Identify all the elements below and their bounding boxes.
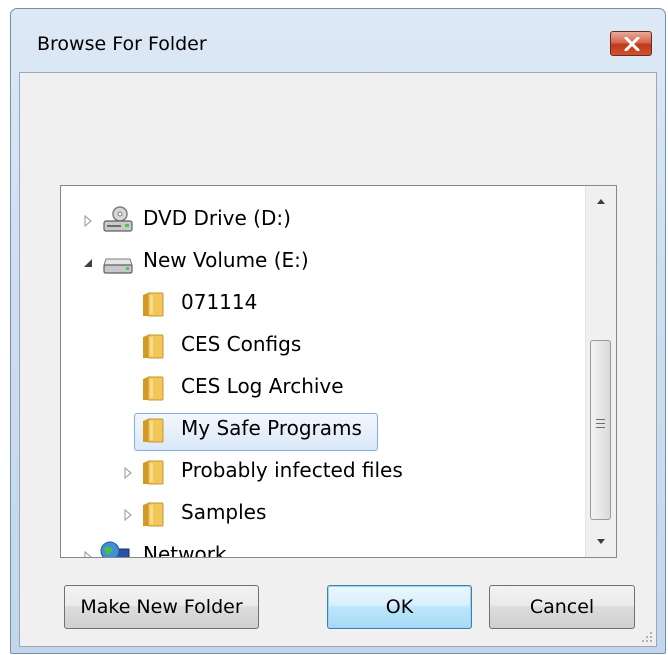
tree-item-folder[interactable]: Samples xyxy=(61,496,581,536)
close-button[interactable] xyxy=(610,31,652,56)
tree-item-label: My Safe Programs xyxy=(181,416,362,440)
folder-icon xyxy=(143,292,164,317)
folder-tree-view[interactable]: DVD Drive (D:) New Volume (E:) 071114 CE… xyxy=(60,185,617,558)
title-bar[interactable]: Browse For Folder xyxy=(11,9,665,71)
collapsed-arrow-icon[interactable] xyxy=(122,509,134,521)
folder-icon xyxy=(143,376,164,401)
make-new-folder-button[interactable]: Make New Folder xyxy=(64,585,259,629)
page: Browse For Folder DVD Drive (D:) New Vol… xyxy=(0,0,668,655)
scroll-thumb-grip-icon xyxy=(596,419,605,430)
collapsed-arrow-icon[interactable] xyxy=(82,215,94,227)
dvd-drive-icon xyxy=(103,206,133,232)
scroll-down-button[interactable] xyxy=(586,527,616,557)
tree-item-label: New Volume (E:) xyxy=(143,248,309,272)
browse-for-folder-dialog: Browse For Folder DVD Drive (D:) New Vol… xyxy=(10,8,666,654)
network-icon xyxy=(100,541,130,557)
cancel-button[interactable]: Cancel xyxy=(489,585,635,629)
tree-item-folder[interactable]: CES Configs xyxy=(61,328,581,368)
tree-item-folder[interactable]: CES Log Archive xyxy=(61,370,581,410)
ok-button[interactable]: OK xyxy=(327,585,472,629)
tree-item-label: 071114 xyxy=(181,290,258,314)
resize-grip-icon[interactable] xyxy=(639,629,653,643)
close-icon xyxy=(624,37,640,51)
hard-drive-icon xyxy=(103,258,133,274)
scroll-down-arrow-icon xyxy=(597,539,605,544)
tree-vertical-scrollbar[interactable] xyxy=(585,186,616,557)
scroll-thumb[interactable] xyxy=(590,340,611,520)
tree-item-label: CES Configs xyxy=(181,332,302,356)
tree-item-label: Network xyxy=(143,542,227,558)
tree-item-network[interactable]: Network xyxy=(61,538,581,558)
dialog-client-area: DVD Drive (D:) New Volume (E:) 071114 CE… xyxy=(19,72,657,647)
tree-item-dvd-drive[interactable]: DVD Drive (D:) xyxy=(61,202,581,242)
tree-item-label: DVD Drive (D:) xyxy=(143,206,291,230)
tree-item-new-volume[interactable]: New Volume (E:) xyxy=(61,244,581,284)
tree-item-label: Probably infected files xyxy=(181,458,403,482)
collapsed-arrow-icon[interactable] xyxy=(122,467,134,479)
folder-icon xyxy=(143,460,164,485)
tree-item-folder[interactable]: Probably infected files xyxy=(61,454,581,494)
collapsed-arrow-icon[interactable] xyxy=(82,551,94,558)
tree-item-folder[interactable]: 071114 xyxy=(61,286,581,326)
tree-item-label: Samples xyxy=(181,500,267,524)
folder-icon xyxy=(143,334,164,359)
folder-icon xyxy=(143,502,164,527)
scroll-up-arrow-icon xyxy=(597,199,605,204)
expanded-arrow-icon[interactable] xyxy=(82,257,94,269)
tree-item-label: CES Log Archive xyxy=(181,374,344,398)
folder-icon xyxy=(143,418,164,443)
window-title: Browse For Folder xyxy=(37,33,207,55)
scroll-up-button[interactable] xyxy=(586,186,616,216)
tree-item-selected-folder[interactable]: My Safe Programs xyxy=(61,412,581,452)
